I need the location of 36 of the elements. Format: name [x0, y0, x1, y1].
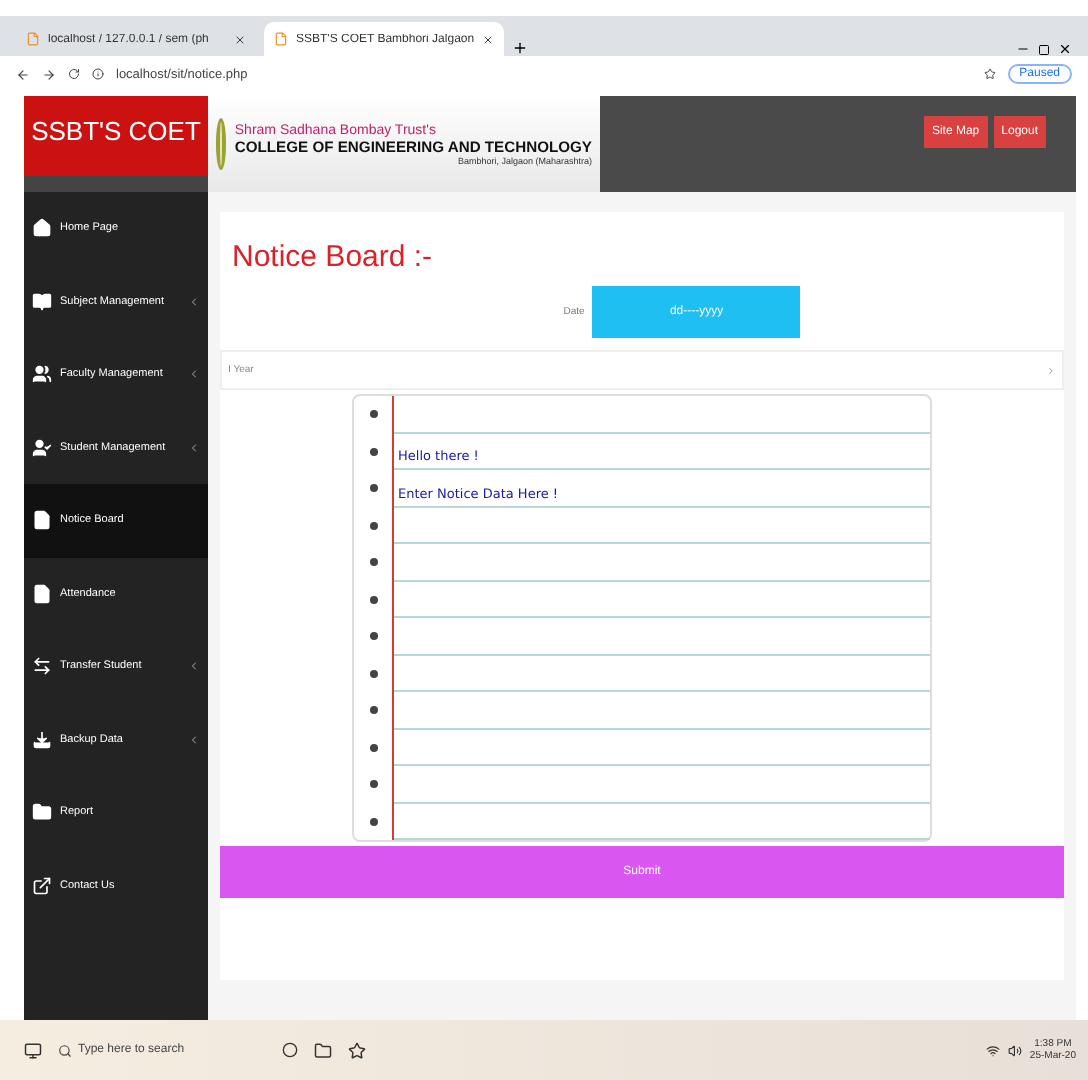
- caret-icon: [1046, 365, 1056, 375]
- download-icon: [32, 729, 52, 750]
- book-icon: [32, 291, 52, 312]
- bookmark-star-icon: [983, 68, 996, 80]
- college-seal-icon: [216, 118, 227, 170]
- brand-logo[interactable]: SSBT'S COET: [24, 96, 208, 192]
- chevron-icon: [188, 733, 200, 746]
- home-icon: [32, 218, 52, 239]
- maximize-icon: [1038, 44, 1050, 56]
- close-tab-icon[interactable]: [482, 33, 494, 45]
- info-icon: [92, 68, 104, 80]
- chevron-icon: [188, 295, 200, 308]
- search-icon: [58, 1043, 72, 1057]
- transfer-arrows-icon: [32, 656, 52, 677]
- page-title: Notice Board :-: [232, 240, 435, 274]
- minimize-icon: [1016, 42, 1030, 56]
- close-icon: [1058, 42, 1072, 56]
- file-explorer-icon: [314, 1041, 332, 1059]
- page-icon: [274, 32, 288, 46]
- user-check-icon: [32, 437, 52, 458]
- chevron-icon: [188, 368, 200, 381]
- folder-icon: [32, 802, 52, 823]
- chevron-icon: [188, 660, 200, 673]
- users-icon: [32, 364, 52, 385]
- wifi-icon: [985, 1043, 1000, 1057]
- chevron-icon: [188, 441, 200, 454]
- back-icon: [16, 67, 30, 81]
- volume-icon: [1007, 1043, 1022, 1057]
- document-icon: [32, 510, 52, 531]
- reload-icon: [68, 68, 80, 80]
- new-tab-icon: [512, 40, 528, 56]
- forward-icon: [42, 67, 56, 81]
- close-tab-icon[interactable]: [234, 33, 246, 45]
- page-icon: [26, 32, 40, 46]
- file-icon: [32, 583, 52, 604]
- external-link-icon: [32, 875, 52, 896]
